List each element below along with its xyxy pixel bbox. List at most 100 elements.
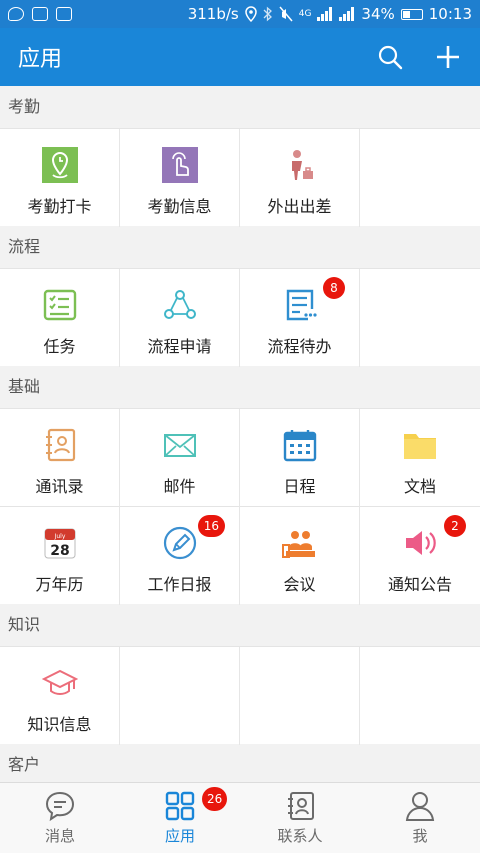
nav-me[interactable]: 我 [360,783,480,853]
calendar-day-text: 28 [50,543,69,559]
folder-icon [402,427,438,463]
app-label: 通讯录 [35,477,84,496]
location-icon [244,6,257,22]
search-button[interactable] [376,43,404,71]
nav-apps[interactable]: 应用 26 [120,783,240,853]
bottom-nav: 消息 应用 26 联系人 我 [0,782,480,853]
checklist-icon [42,287,78,323]
pencil-icon [162,525,198,561]
pending-list-icon [282,287,318,323]
chat-icon [8,7,24,21]
battery-icon [400,8,423,20]
app-notification-icon [32,7,48,21]
date-calendar-icon: July 28 [42,525,78,561]
app-task[interactable]: 任务 [0,269,120,367]
app-list[interactable]: 考勤 考勤打卡 考勤信息 外出出差 流程 任务 流程申请 流程待办 8 基础 通… [0,86,480,782]
app-announcement[interactable]: 通知公告 2 [360,507,480,605]
calendar-icon [282,427,318,463]
app-attendance-info[interactable]: 考勤信息 [120,129,240,227]
app-label: 考勤信息 [147,197,212,216]
network-type: 4G [298,9,312,19]
app-knowledge-info[interactable]: 知识信息 [0,647,120,745]
hand-touch-icon [161,147,198,183]
bluetooth-icon [263,6,272,22]
badge: 8 [323,277,345,299]
app-label: 任务 [43,337,76,356]
nav-messages[interactable]: 消息 [0,783,120,853]
app-label: 知识信息 [27,715,92,734]
message-icon [44,790,76,822]
grid-row: 考勤打卡 考勤信息 外出出差 [0,128,480,227]
net-speed: 311b/s [187,5,239,23]
app-label: 外出出差 [267,197,332,216]
plus-icon [437,46,459,68]
app-contacts[interactable]: 通讯录 [0,409,120,507]
app-attendance-checkin[interactable]: 考勤打卡 [0,129,120,227]
empty-cell [240,647,360,745]
badge: 16 [197,515,225,537]
app-label: 日程 [283,477,316,496]
app-meeting[interactable]: 会议 [240,507,360,605]
nav-label: 我 [412,827,428,845]
badge: 2 [444,515,466,537]
app-label: 万年历 [35,575,84,594]
clock: 10:13 [428,5,472,23]
app-daily-report[interactable]: 工作日报 16 [120,507,240,605]
empty-cell [360,269,480,367]
section-title-knowledge: 知识 [0,604,480,646]
mute-icon [279,6,293,22]
apps-grid-icon [164,790,196,822]
workflow-icon [162,287,198,323]
app-mail[interactable]: 邮件 [120,409,240,507]
page-title: 应用 [18,47,63,72]
grid-row: 通讯录 邮件 日程 文档 [0,408,480,507]
app-process-apply[interactable]: 流程申请 [120,269,240,367]
person-icon [404,790,436,822]
badge: 26 [202,787,228,811]
app-process-pending[interactable]: 流程待办 8 [240,269,360,367]
app-label: 文档 [403,477,436,496]
nav-contacts[interactable]: 联系人 [240,783,360,853]
empty-cell [120,647,240,745]
app-label: 考勤打卡 [27,197,92,216]
nav-label: 消息 [44,827,75,845]
app-label: 通知公告 [387,575,452,594]
app-documents[interactable]: 文档 [360,409,480,507]
nav-label: 应用 [164,827,195,845]
empty-cell [360,129,480,227]
app-business-trip[interactable]: 外出出差 [240,129,360,227]
mail-icon [162,427,198,463]
grid-row: 知识信息 [0,646,480,745]
grid-row: 任务 流程申请 流程待办 8 [0,268,480,367]
contact-card-icon [284,790,316,822]
status-right: 311b/s 4G 34% 10:13 [188,5,472,23]
app-label: 邮件 [163,477,196,496]
calendar-month-text: July [53,533,65,540]
add-button[interactable] [434,43,462,71]
speaker-icon [402,525,438,561]
location-clock-icon [41,147,78,183]
section-title-process: 流程 [0,226,480,268]
image-icon [56,7,72,21]
app-schedule[interactable]: 日程 [240,409,360,507]
battery-percent: 34% [361,5,395,23]
status-left-icons [8,7,72,21]
empty-cell [360,647,480,745]
nav-label: 联系人 [277,827,323,845]
graduation-cap-icon [41,665,78,701]
app-label: 流程待办 [267,337,332,356]
app-header: 应用 [0,28,480,86]
section-title-customer: 客户 [0,744,480,782]
app-perpetual-calendar[interactable]: July 28 万年历 [0,507,120,605]
status-bar: 311b/s 4G 34% 10:13 [0,0,480,28]
signal-icon [317,7,333,21]
search-icon [378,45,403,70]
business-trip-icon [282,147,318,183]
header-actions [376,43,462,71]
app-label: 工作日报 [147,575,212,594]
signal-icon-2 [339,7,355,21]
app-label: 流程申请 [147,337,212,356]
contacts-icon [42,427,78,463]
section-title-basic: 基础 [0,366,480,408]
app-label: 会议 [283,575,316,594]
